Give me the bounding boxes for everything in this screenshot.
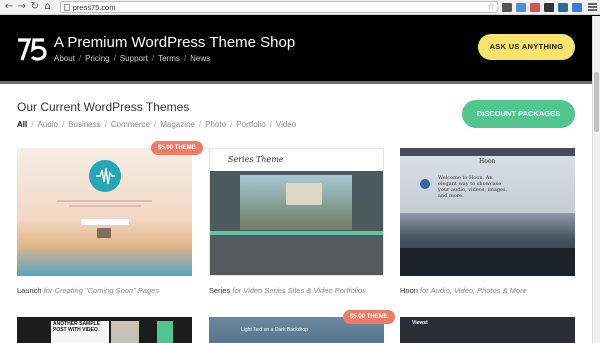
preview-email-field: [81, 219, 129, 225]
theme-name[interactable]: Series: [209, 286, 230, 295]
browser-extension-icon[interactable]: [530, 2, 541, 12]
theme-card-row2-1[interactable]: ANOTHER SAMPLE POST WITH VIDEO: [17, 317, 192, 343]
ask-us-anything-button[interactable]: ASK US ANYTHING: [478, 34, 575, 60]
theme-card-launch[interactable]: [17, 148, 192, 276]
nav-link-pricing[interactable]: Pricing: [85, 54, 109, 63]
preview-text-line: [57, 200, 152, 202]
theme-card-hoon[interactable]: Hoon Welcome to Hoon. An elegant way to …: [400, 148, 575, 276]
theme-caption-launch[interactable]: Launch for Creating "Coming Soon" Pages: [17, 286, 159, 295]
filter-separator: /: [104, 120, 107, 129]
theme-caption-hoon[interactable]: Hoon for Audio, Video, Photos & More: [400, 286, 527, 295]
category-all[interactable]: All: [17, 120, 27, 129]
theme-description: for Video Series Sites & Video Portfolio…: [232, 286, 366, 295]
reload-icon[interactable]: ↻: [29, 1, 41, 13]
site-header: A Premium WordPress Theme Shop About / Pri…: [0, 15, 600, 84]
back-icon[interactable]: ←: [3, 1, 15, 13]
site-title: A Premium WordPress Theme Shop: [54, 34, 296, 51]
filter-separator: /: [230, 120, 233, 129]
preview-photo: [111, 321, 139, 343]
filter-separator: /: [269, 120, 272, 129]
preview-footer: [210, 235, 383, 275]
extension-icons: [502, 2, 586, 12]
price-badge: $5.00 THEME: [343, 310, 395, 324]
browser-extension-icon[interactable]: [502, 2, 513, 12]
nav-link-news[interactable]: News: [190, 54, 210, 63]
nav-link-terms[interactable]: Terms: [158, 54, 180, 63]
browser-toolbar: ← → ↻ ⌂ press75.com ☆: [0, 0, 600, 15]
preview-headline: Light Text on a Dark Backdrop: [241, 327, 308, 333]
theme-name[interactable]: Hoon: [400, 286, 418, 295]
preview-brand: Viewst: [412, 320, 428, 326]
twitter-icon: [97, 228, 111, 238]
nav-separator: /: [151, 54, 155, 63]
browser-extension-icon[interactable]: [544, 2, 555, 12]
url-text: press75.com: [72, 2, 116, 12]
theme-description: for Creating "Coming Soon" Pages: [43, 286, 160, 295]
preview-brand: Series Theme: [228, 155, 284, 164]
filter-separator: /: [61, 120, 65, 129]
category-filter: All / Audio / Business / Commerce / Magazine / Pho…: [17, 120, 296, 129]
theme-card-row2-3[interactable]: Viewst: [400, 317, 575, 343]
preview-topbar: [400, 148, 575, 156]
forward-icon[interactable]: →: [16, 1, 28, 13]
category-commerce[interactable]: Commerce: [111, 120, 150, 129]
preview-brand: Hoon: [479, 158, 496, 165]
scrollbar-thumb[interactable]: [594, 72, 599, 132]
preview-post-title: ANOTHER SAMPLE POST WITH VIDEO: [51, 321, 109, 343]
category-business[interactable]: Business: [68, 120, 100, 129]
home-icon[interactable]: ⌂: [42, 1, 54, 13]
category-portfolio[interactable]: Portfolio: [236, 120, 265, 129]
theme-name[interactable]: Launch: [17, 286, 42, 295]
category-magazine[interactable]: Magazine: [160, 120, 195, 129]
bookmark-star-icon[interactable]: ☆: [487, 2, 495, 12]
preview-welcome-text: Welcome to Hoon. An elegant way to showc…: [438, 175, 508, 199]
price-badge: $5.00 THEME: [151, 141, 203, 155]
address-bar[interactable]: press75.com ☆: [59, 1, 499, 13]
nav-separator: /: [183, 54, 187, 63]
theme-caption-series[interactable]: Series for Video Series Sites & Video Po…: [209, 286, 366, 295]
filter-separator: /: [31, 120, 34, 129]
waveform-icon: [89, 160, 121, 192]
nav-separator: /: [113, 54, 116, 63]
preview-treeline: [400, 248, 575, 276]
nav-link-support[interactable]: Support: [120, 54, 148, 63]
page-scrollbar[interactable]: [592, 16, 600, 343]
theme-description: for Audio, Video, Photos & More: [420, 286, 527, 295]
filter-separator: /: [154, 120, 157, 129]
nav-link-about[interactable]: About: [54, 54, 75, 63]
menu-icon[interactable]: [588, 3, 598, 11]
preview-accent: [157, 321, 173, 343]
filter-separator: /: [198, 120, 202, 129]
header-divider: [0, 81, 600, 84]
preview-text-line: [69, 205, 141, 207]
top-navigation: About / Pricing / Support / Terms / News: [54, 54, 210, 63]
section-title: Our Current WordPress Themes: [17, 100, 190, 114]
page-icon: [63, 3, 70, 11]
discount-packages-button[interactable]: DISCOUNT PACKAGES: [462, 100, 575, 128]
category-video[interactable]: Video: [276, 120, 296, 129]
category-photo[interactable]: Photo: [205, 120, 226, 129]
nav-separator: /: [78, 54, 82, 63]
browser-extension-icon[interactable]: [572, 2, 583, 12]
preview-vehicle: [286, 183, 322, 205]
browser-extension-icon[interactable]: [516, 2, 527, 12]
browser-extension-icon[interactable]: [558, 2, 569, 12]
press75-logo[interactable]: [17, 36, 49, 62]
category-audio[interactable]: Audio: [37, 120, 57, 129]
preview-badge-icon: [420, 179, 430, 189]
theme-card-series[interactable]: Series Theme: [209, 148, 384, 276]
